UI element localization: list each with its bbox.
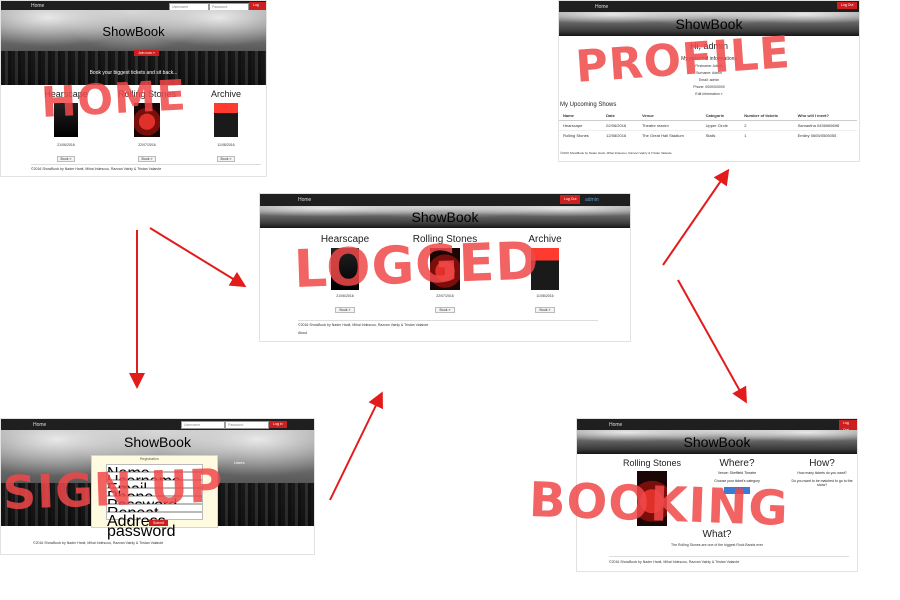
arrow-logged-to-booking xyxy=(677,279,747,404)
arrow-signup-to-logged xyxy=(329,391,383,501)
arrow-home-to-logged xyxy=(149,227,247,288)
flow-arrows xyxy=(129,168,747,501)
arrow-logged-to-profile xyxy=(662,168,730,266)
